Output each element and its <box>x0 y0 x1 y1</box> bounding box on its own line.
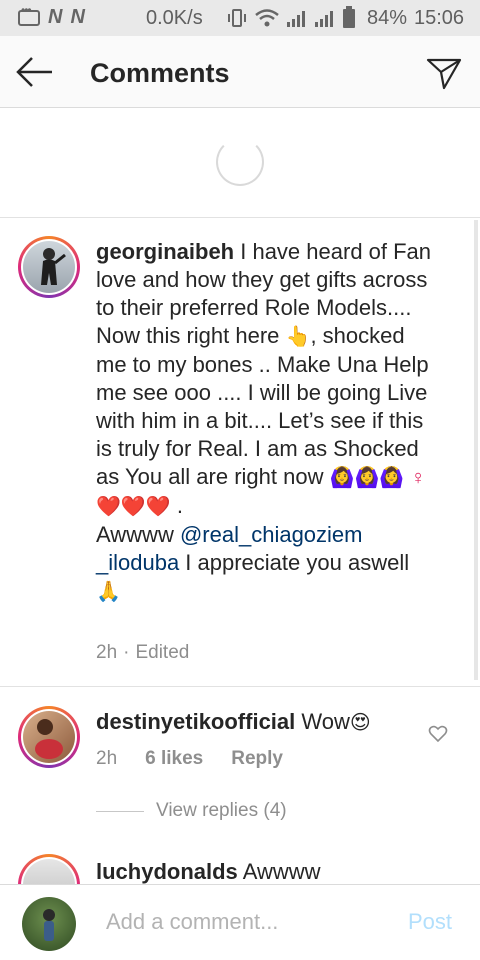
comment-text: Wow <box>295 709 350 734</box>
back-button[interactable] <box>14 52 56 92</box>
divider <box>0 686 480 687</box>
divider <box>0 217 480 218</box>
comment-text: I appreciate you aswell <box>179 550 410 575</box>
my-avatar <box>22 897 76 951</box>
clock: 15:06 <box>414 7 465 29</box>
n-icon: N <box>70 6 85 28</box>
comment-time: 2h <box>96 642 118 663</box>
message-icon <box>18 3 40 26</box>
comment-time: 2h <box>96 748 118 769</box>
avatar-photo <box>23 241 75 293</box>
reply-button[interactable]: Reply <box>231 748 283 770</box>
signal-icon <box>287 11 305 27</box>
avatar-photo <box>23 711 75 763</box>
edited-label: Edited <box>135 642 190 663</box>
arrow-left-icon <box>16 57 52 87</box>
heart-eyes-emoji: 😍 <box>349 712 371 734</box>
page-title: Comments <box>90 58 230 88</box>
pray-emoji: 🙏 <box>96 581 121 603</box>
likes-count[interactable]: 6 likes <box>145 748 203 770</box>
scrollbar[interactable] <box>474 220 478 680</box>
person-photo-icon <box>43 909 55 941</box>
meta-separator: · <box>123 642 130 663</box>
comment-text: . <box>170 493 183 518</box>
vibrate-icon <box>228 9 246 27</box>
heart-outline-icon <box>428 725 448 743</box>
comment-input[interactable]: Add a comment... <box>106 909 278 935</box>
comment-username[interactable]: luchydonalds <box>96 859 238 884</box>
paper-plane-icon <box>426 58 462 90</box>
like-button[interactable] <box>428 724 448 744</box>
comment-text: Awwww <box>96 522 180 547</box>
comment-body: destinyetikoofficial Wow😍 <box>96 708 371 737</box>
comment-meta: 2h · Edited <box>96 642 189 664</box>
person-silhouette-icon <box>41 248 66 285</box>
signal-icon <box>315 11 333 27</box>
pointing-up-emoji: 👆 <box>285 326 311 348</box>
loading-spinner <box>216 138 264 186</box>
person-photo-icon <box>35 719 63 759</box>
app-header: Comments <box>0 36 480 108</box>
comment-body: luchydonalds Awwww <box>96 858 321 886</box>
view-replies-label: View replies (4) <box>156 800 287 821</box>
wifi-icon <box>255 9 279 27</box>
battery-percent: 84% <box>367 7 408 29</box>
replies-line <box>96 810 144 812</box>
comment-username[interactable]: georginaibeh <box>96 239 234 264</box>
status-bar: N N 0.0K/s 84% 15:06 <box>0 0 480 36</box>
avatar[interactable] <box>18 706 80 768</box>
status-right-icons <box>226 6 356 28</box>
comment-username[interactable]: destinyetikoofficial <box>96 709 295 734</box>
n-icon: N <box>48 6 63 28</box>
share-button[interactable] <box>424 52 464 92</box>
view-replies-button[interactable]: View replies (4) <box>96 800 287 822</box>
gesture-emoji: 🙆‍♀️🙆‍♀️🙆‍♀️ <box>329 467 405 489</box>
status-left-icons: N N <box>18 3 85 29</box>
avatar[interactable] <box>18 236 80 298</box>
comment-meta: 2h 6 likes Reply <box>96 748 283 770</box>
battery-icon <box>343 6 355 28</box>
comment-body: georginaibeh I have heard of Fan love an… <box>96 238 436 606</box>
comment-text: Awwww <box>237 859 321 884</box>
network-speed: 0.0K/s <box>146 7 203 29</box>
comment-composer: Add a comment... Post <box>0 884 480 960</box>
post-button[interactable]: Post <box>408 909 452 935</box>
